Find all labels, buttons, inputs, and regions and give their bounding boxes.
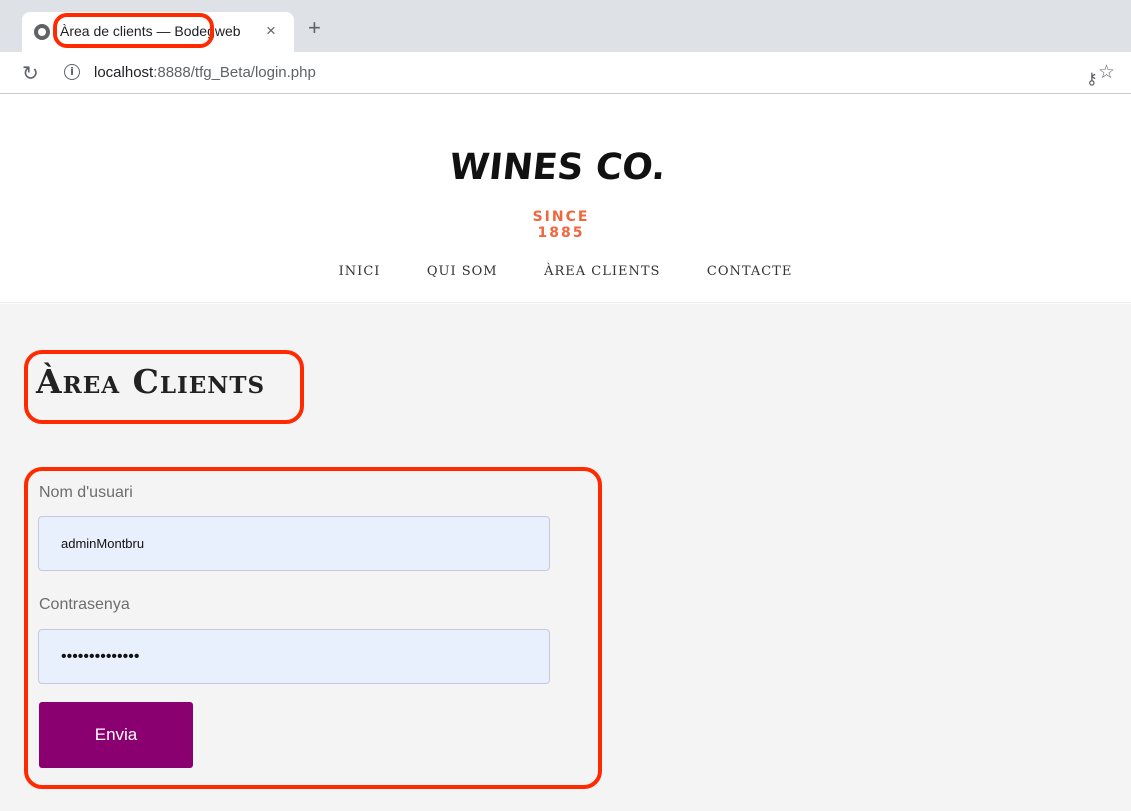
- form-highlight-annotation: [24, 467, 602, 789]
- url-path: :8888/tfg_Beta/login.php: [153, 64, 316, 81]
- logo-wordmark-text: WINES CO.: [451, 146, 668, 188]
- logo[interactable]: WINES CO. SINCE 1885: [451, 125, 691, 241]
- close-icon[interactable]: ×: [266, 21, 276, 41]
- nav-item-inici[interactable]: INICI: [339, 264, 381, 279]
- plus-icon[interactable]: +: [308, 17, 321, 39]
- globe-icon: [34, 24, 50, 40]
- star-icon[interactable]: ☆: [1098, 61, 1115, 84]
- url-host: localhost: [94, 64, 154, 81]
- logo-tagline: SINCE 1885: [532, 209, 590, 241]
- info-icon[interactable]: i: [64, 64, 80, 80]
- browser-toolbar: ↻ i localhost:8888/tfg_Beta/login.php ⚷ …: [0, 52, 1131, 94]
- tab-highlight-annotation: [53, 13, 214, 48]
- nav-item-area-clients[interactable]: ÀREA CLIENTS: [544, 264, 660, 279]
- main-content: Àrea Clients Nom d'usuari adminMontbru C…: [0, 304, 1131, 811]
- main-nav: INICI QUI SOM ÀREA CLIENTS CONTACTE: [0, 262, 1131, 280]
- nav-item-contacte[interactable]: CONTACTE: [707, 264, 792, 279]
- title-highlight-annotation: [24, 350, 304, 424]
- reload-icon[interactable]: ↻: [22, 61, 39, 86]
- url-text[interactable]: localhost:8888/tfg_Beta/login.php: [94, 64, 316, 81]
- key-icon[interactable]: ⚷: [1086, 69, 1098, 89]
- logo-wordmark: WINES CO.: [451, 146, 668, 188]
- nav-item-qui-som[interactable]: QUI SOM: [427, 264, 498, 279]
- site-header: WINES CO. SINCE 1885 INICI QUI SOM ÀREA …: [0, 95, 1131, 303]
- address-bar[interactable]: i localhost:8888/tfg_Beta/login.php ⚷: [56, 58, 1098, 89]
